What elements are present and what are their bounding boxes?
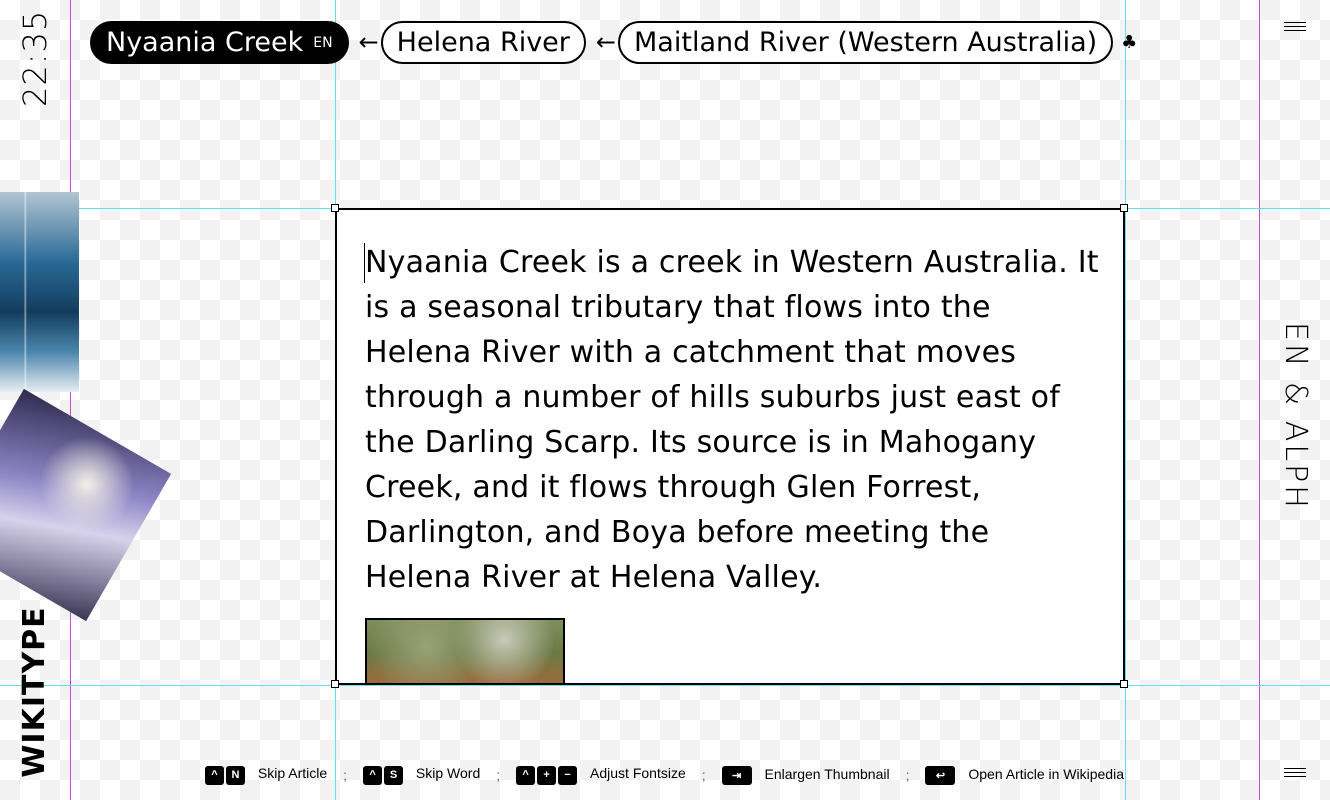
thumbnail-river-inverted[interactable] [0,388,172,622]
key-ctrl: ^ [516,765,536,785]
separator: ; [343,767,348,783]
shortcut-label: Skip Word [415,765,481,782]
left-arrow-icon: ← [358,28,379,56]
shortcut-enlargen-thumbnail[interactable]: ⇥ Enlargen Thumbnail [721,765,890,785]
brand-logo: WIKITYPE [17,606,52,778]
resize-handle-br[interactable] [1120,680,1128,688]
key-n: N [226,765,245,785]
breadcrumb-item-maitland-river[interactable]: Maitland River (Western Australia) [618,20,1114,64]
separator: ; [701,767,706,783]
key-tab: ⇥ [721,765,752,785]
key-ctrl: ^ [205,765,224,785]
current-article-lang: EN [313,35,333,51]
current-article-pill[interactable]: Nyaania Creek EN [90,20,349,64]
key-plus: + [537,765,557,785]
guide-left [70,0,71,800]
shortcut-bar: ^ N Skip Article ; ^ S Skip Word ; ^ + − Adj… [205,765,1124,785]
cluster-icon[interactable]: ♣ [1121,32,1137,53]
article-text[interactable]: Nyaania Creek is a creek in Western Aust… [365,240,1105,600]
breadcrumb-item-helena-river[interactable]: Helena River [380,20,586,64]
shortcut-label: Adjust Fontsize [590,765,686,782]
menu-icon-bottom[interactable] [1284,768,1306,780]
separator: ; [905,767,910,783]
thumbnail-river-bridge[interactable] [0,192,79,392]
resize-handle-tl[interactable] [331,204,339,212]
menu-icon-top[interactable] [1284,22,1306,34]
shortcut-adjust-fontsize[interactable]: ^ + − Adjust Fontsize [516,765,686,785]
clock: 22:35 [16,9,54,107]
shortcut-label: Skip Article [257,765,328,782]
guide-right [1259,0,1260,800]
shortcut-label: Enlargen Thumbnail [764,765,890,782]
shortcut-skip-article[interactable]: ^ N Skip Article [205,765,327,785]
breadcrumb-item-label: Maitland River (Western Australia) [634,26,1098,58]
guide-row-2 [0,685,1330,686]
separator: ; [496,767,501,783]
breadcrumb-item-label: Helena River [396,26,570,58]
article-box[interactable]: Nyaania Creek is a creek in Western Aust… [335,208,1125,685]
resize-handle-tr[interactable] [1120,204,1128,212]
shortcut-label: Open Article in Wikipedia [968,765,1124,782]
breadcrumb: Nyaania Creek EN ← Helena River ← Maitla… [90,20,1137,64]
shortcut-open-wikipedia[interactable]: ↩ Open Article in Wikipedia [925,765,1124,785]
language-label[interactable]: EN & ALPH [1275,322,1315,511]
left-arrow-icon: ← [595,28,617,56]
article-thumbnail[interactable] [365,618,565,683]
key-minus: − [558,765,578,785]
key-ctrl: ^ [363,765,383,785]
shortcut-skip-word[interactable]: ^ S Skip Word [363,765,480,785]
current-article-title: Nyaania Creek [106,26,304,58]
key-s: S [384,765,404,785]
key-enter: ↩ [925,765,956,785]
resize-handle-bl[interactable] [331,680,339,688]
